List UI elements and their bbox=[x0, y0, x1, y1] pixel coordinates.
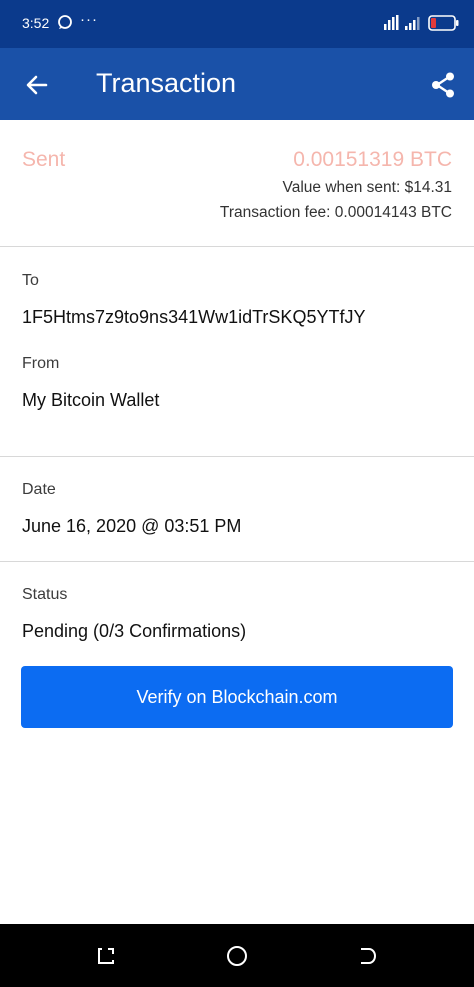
back-nav-button[interactable] bbox=[356, 944, 380, 968]
back-icon bbox=[361, 948, 376, 964]
status-value: Pending (0/3 Confirmations) bbox=[22, 621, 247, 641]
share-button[interactable] bbox=[428, 70, 458, 100]
status-bar: 3:52 ··· bbox=[0, 0, 474, 48]
verify-blockchain-button[interactable]: Verify on Blockchain.com bbox=[21, 666, 453, 728]
home-button[interactable] bbox=[225, 944, 249, 968]
recents-icon bbox=[98, 948, 114, 964]
signal-icon bbox=[383, 14, 423, 37]
to-address: 1F5Htms7z9to9ns341Ww1idTrSKQ5YTfJY bbox=[22, 307, 366, 327]
date-label: Date bbox=[22, 481, 56, 498]
home-icon bbox=[227, 946, 247, 966]
recents-button[interactable] bbox=[94, 944, 118, 968]
chat-bubble-icon bbox=[57, 14, 73, 35]
from-wallet: My Bitcoin Wallet bbox=[22, 390, 160, 410]
back-button[interactable] bbox=[22, 70, 52, 100]
amount-value: 0.00151319 BTC bbox=[293, 148, 452, 171]
divider bbox=[0, 456, 474, 457]
transaction-summary: Sent 0.00151319 BTC Value when sent: $14… bbox=[0, 121, 474, 246]
system-nav-bar bbox=[0, 924, 474, 987]
transaction-fee: Transaction fee: 0.00014143 BTC bbox=[219, 204, 452, 221]
status-label: Status bbox=[22, 586, 68, 603]
value-when-sent: Value when sent: $14.31 bbox=[282, 179, 452, 196]
battery-icon bbox=[428, 15, 460, 36]
from-label: From bbox=[22, 355, 60, 372]
to-label: To bbox=[22, 272, 39, 289]
arrow-left-icon bbox=[26, 75, 48, 95]
app-bar: Transaction bbox=[0, 48, 474, 120]
status-time: 3:52 bbox=[22, 15, 50, 31]
share-icon bbox=[432, 72, 454, 98]
divider bbox=[0, 561, 474, 562]
divider bbox=[0, 246, 474, 247]
direction-label: Sent bbox=[22, 148, 66, 171]
date-value: June 16, 2020 @ 03:51 PM bbox=[22, 516, 242, 536]
page-title: Transaction bbox=[96, 68, 237, 98]
more-notifications-icon: ··· bbox=[80, 11, 98, 28]
